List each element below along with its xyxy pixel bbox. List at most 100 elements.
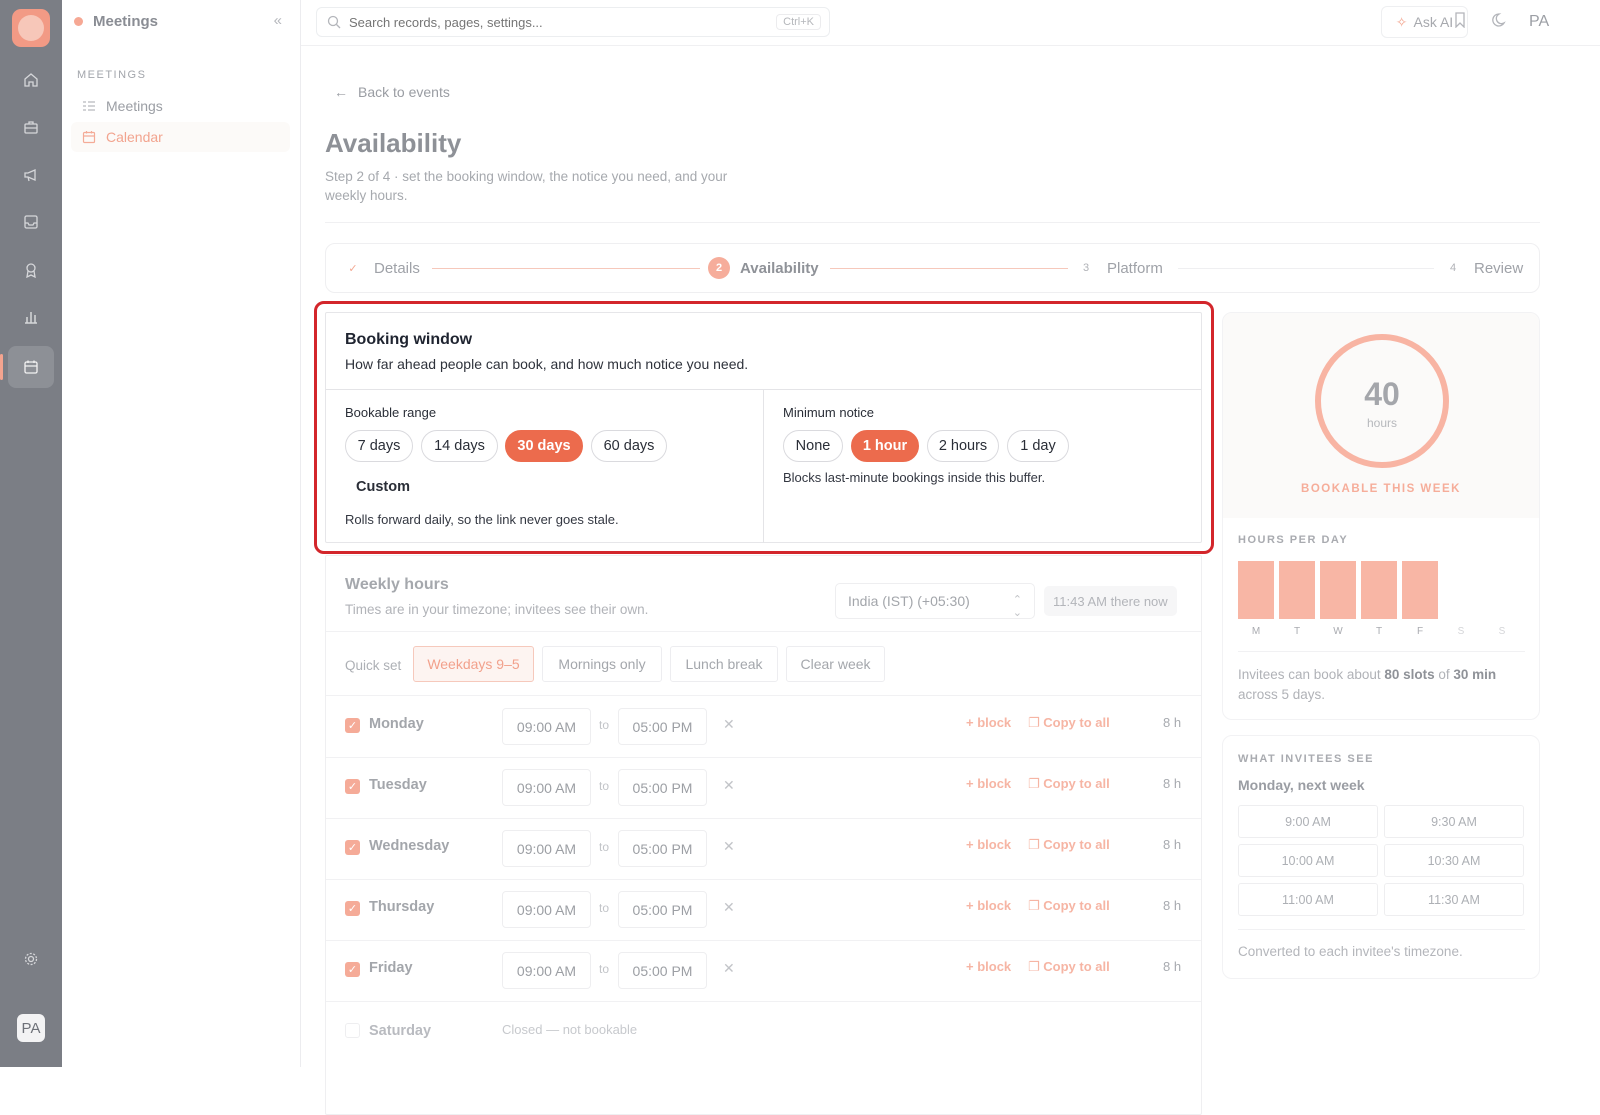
end-time-input[interactable]: 05:00 PM [618, 891, 707, 928]
day-hours-bar [1238, 561, 1274, 619]
remove-icon[interactable]: ✕ [723, 838, 735, 855]
time-slot[interactable]: 10:00 AM [1238, 844, 1378, 877]
summary-header: 40 hours BOOKABLE THIS WEEK [1223, 313, 1539, 518]
day-hours-bar [1361, 561, 1397, 619]
time-slot[interactable]: 10:30 AM [1384, 844, 1524, 877]
sidebar-title: Meetings [93, 13, 158, 30]
day-checkbox[interactable]: ✓ [345, 901, 360, 916]
moon-icon[interactable] [1492, 12, 1508, 33]
end-time-input[interactable]: 05:00 PM [618, 769, 707, 806]
collapse-sidebar-icon[interactable]: « [274, 12, 282, 29]
inbox-icon[interactable] [15, 206, 47, 238]
divider [326, 631, 1201, 632]
time-slot[interactable]: 9:00 AM [1238, 805, 1378, 838]
day-hours: 8 h [1163, 776, 1181, 791]
step-availability[interactable]: 2 Availability [708, 257, 819, 279]
app-logo-icon[interactable] [12, 9, 50, 47]
back-link[interactable]: ← Back to events [334, 84, 450, 100]
ask-ai-label: Ask AI [1414, 14, 1454, 30]
copy-to-all-button[interactable]: ❐ Copy to all [1028, 959, 1110, 975]
notice-chip-none[interactable]: None [783, 430, 843, 462]
start-time-input[interactable]: 09:00 AM [502, 891, 591, 928]
megaphone-icon[interactable] [15, 159, 47, 191]
end-time-input[interactable]: 05:00 PM [618, 952, 707, 989]
divider [763, 389, 764, 543]
range-chip-60-days[interactable]: 60 days [591, 430, 667, 462]
sidebar-item-meetings[interactable]: Meetings [71, 91, 290, 121]
user-avatar[interactable]: PA [1529, 13, 1549, 31]
day-checkbox[interactable] [345, 1023, 360, 1038]
quick-mornings-only[interactable]: Mornings only [542, 646, 662, 682]
time-slot[interactable]: 9:30 AM [1384, 805, 1524, 838]
notice-chip-2-hours[interactable]: 2 hours [927, 430, 999, 462]
end-time-input[interactable]: 05:00 PM [618, 708, 707, 745]
range-chip-7-days[interactable]: 7 days [345, 430, 413, 462]
range-chip-30-days[interactable]: 30 days [505, 430, 583, 462]
bookmark-icon[interactable] [1453, 12, 1467, 33]
total-hours-value: 40 [1321, 376, 1443, 413]
day-row-tuesday: ✓ Tuesday 09:00 AM to 05:00 PM ✕ + block… [326, 757, 1201, 818]
quick-clear-week[interactable]: Clear week [786, 646, 885, 682]
calendar-rail-icon[interactable] [8, 346, 54, 388]
step-details[interactable]: ✓ Details [342, 257, 420, 279]
remove-icon[interactable]: ✕ [723, 716, 735, 733]
range-chip-14-days[interactable]: 14 days [421, 430, 498, 462]
booking-window-card: Booking window How far ahead people can … [325, 312, 1202, 543]
bar-chart-icon[interactable] [15, 301, 47, 333]
step-platform[interactable]: 3 Platform [1075, 257, 1163, 279]
add-block-button[interactable]: + block [966, 959, 1011, 974]
copy-to-all-button[interactable]: ❐ Copy to all [1028, 837, 1110, 853]
sidebar-item-calendar[interactable]: Calendar [71, 122, 290, 152]
day-checkbox[interactable]: ✓ [345, 779, 360, 794]
end-time-input[interactable]: 05:00 PM [618, 830, 707, 867]
quick-weekdays-9-5[interactable]: Weekdays 9–5 [413, 646, 534, 682]
day-row-saturday: Saturday Closed — not bookable [326, 1001, 1201, 1062]
weekly-hours-description: Times are in your timezone; invitees see… [345, 602, 648, 617]
to-label: to [599, 840, 609, 854]
range-chip-custom[interactable]: Custom [345, 471, 421, 503]
copy-to-all-button[interactable]: ❐ Copy to all [1028, 776, 1110, 792]
day-hours: 8 h [1163, 837, 1181, 852]
calendar-icon [82, 130, 96, 144]
day-checkbox[interactable]: ✓ [345, 718, 360, 733]
notice-chip-1-day[interactable]: 1 day [1007, 430, 1069, 462]
start-time-input[interactable]: 09:00 AM [502, 769, 591, 806]
day-checkbox[interactable]: ✓ [345, 962, 360, 977]
divider [1238, 929, 1525, 930]
timezone-select[interactable]: India (IST) (+05:30) ⌃⌄ [835, 583, 1035, 619]
local-time-badge: 11:43 AM there now [1044, 586, 1177, 616]
copy-to-all-button[interactable]: ❐ Copy to all [1028, 898, 1110, 914]
day-name: Wednesday [369, 838, 449, 854]
copy-to-all-button[interactable]: ❐ Copy to all [1028, 715, 1110, 731]
award-icon[interactable] [15, 254, 47, 286]
slot-duration: 30 min [1453, 667, 1496, 682]
home-icon[interactable] [15, 64, 47, 96]
rail-avatar[interactable]: PA [17, 1014, 45, 1042]
search-input[interactable] [349, 15, 829, 30]
minimum-notice-label: Minimum notice [783, 405, 874, 420]
start-time-input[interactable]: 09:00 AM [502, 708, 591, 745]
settings-gear-icon[interactable] [15, 943, 47, 975]
add-block-button[interactable]: + block [966, 715, 1011, 730]
add-block-button[interactable]: + block [966, 837, 1011, 852]
range-note: Rolls forward daily, so the link never g… [345, 512, 619, 527]
step-review[interactable]: 4 Review [1442, 257, 1523, 279]
copy-label: Copy to all [1043, 837, 1109, 852]
briefcase-icon[interactable] [15, 111, 47, 143]
time-slot[interactable]: 11:00 AM [1238, 883, 1378, 916]
remove-icon[interactable]: ✕ [723, 899, 735, 916]
remove-icon[interactable]: ✕ [723, 960, 735, 977]
step-number: 2 [708, 257, 730, 279]
time-slot[interactable]: 11:30 AM [1384, 883, 1524, 916]
start-time-input[interactable]: 09:00 AM [502, 952, 591, 989]
remove-icon[interactable]: ✕ [723, 777, 735, 794]
day-checkbox[interactable]: ✓ [345, 840, 360, 855]
quick-lunch-break[interactable]: Lunch break [670, 646, 778, 682]
start-time-input[interactable]: 09:00 AM [502, 830, 591, 867]
notice-chip-1-hour[interactable]: 1 hour [851, 430, 919, 462]
bookable-caption: BOOKABLE THIS WEEK [1223, 483, 1539, 495]
search-box[interactable]: Ctrl+K [316, 7, 830, 37]
add-block-button[interactable]: + block [966, 898, 1011, 913]
add-block-button[interactable]: + block [966, 776, 1011, 791]
timezone-value: India (IST) (+05:30) [848, 593, 970, 609]
